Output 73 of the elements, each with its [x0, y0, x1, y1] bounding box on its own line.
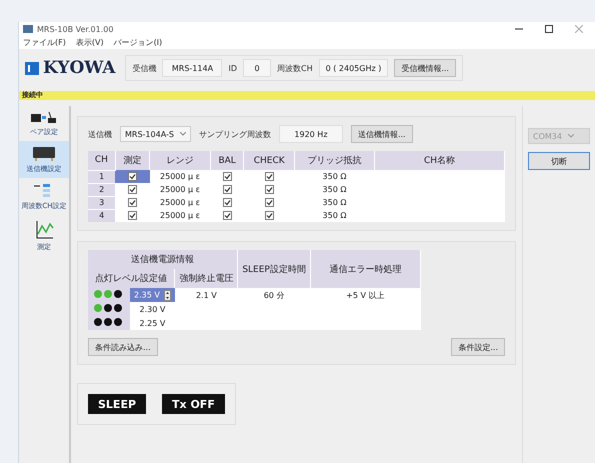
column-header: 点灯レベル設定値: [88, 269, 175, 288]
device-pair-icon: [31, 111, 57, 125]
logo-mark-icon: [25, 62, 39, 74]
bal-checkbox[interactable]: [222, 172, 232, 182]
id-field: 0: [243, 59, 271, 77]
column-header: 測定: [115, 151, 150, 170]
column-header: 強制終止電圧: [174, 269, 238, 288]
bal-checkbox[interactable]: [222, 185, 232, 194]
column-header: CH名称: [374, 151, 504, 170]
id-label: ID: [228, 64, 237, 72]
app-icon: [23, 25, 33, 33]
check-checkbox[interactable]: [264, 172, 274, 182]
transmitter-label: 送信機: [88, 128, 112, 140]
menu-item[interactable]: 表示(V): [76, 37, 104, 48]
apply-conditions-button[interactable]: 条件設定...: [451, 338, 505, 356]
column-header: 通信エラー時処理: [310, 250, 420, 288]
frequency-label: 周波数CH: [277, 62, 313, 74]
transmitter-icon: [33, 146, 55, 162]
chevron-down-icon: [568, 134, 574, 138]
level-value[interactable]: 2.30 V: [130, 302, 175, 316]
bal-checkbox[interactable]: [222, 198, 232, 208]
table-cell: +5 V 以上: [310, 288, 420, 302]
sampling-label: サンプリング周波数: [198, 128, 271, 140]
load-conditions-button[interactable]: 条件読み込み...: [88, 338, 158, 356]
measure-checkbox[interactable]: [128, 172, 137, 182]
logo-text: KYOWA: [43, 58, 116, 78]
receiver-info-button[interactable]: 受信機情報...: [394, 59, 456, 77]
column-header: CH: [88, 151, 116, 170]
column-header: ブリッジ抵抗: [294, 151, 374, 170]
table-cell: 350 Ω: [294, 170, 374, 183]
chevron-down-icon: [180, 132, 186, 136]
frequency-field: 0 ( 2405GHz ): [318, 59, 388, 77]
menu-item[interactable]: バージョン(I): [114, 37, 162, 48]
column-header: SLEEP設定時間: [238, 250, 310, 288]
level-value[interactable]: 2.25 V: [130, 316, 175, 330]
check-checkbox[interactable]: [264, 185, 274, 194]
row-header: 4: [88, 209, 116, 222]
table-cell: 350 Ω: [294, 196, 374, 209]
check-checkbox[interactable]: [264, 198, 274, 208]
column-header: CHECK: [244, 151, 295, 170]
transmitter-select[interactable]: MRS-104A-S: [120, 126, 191, 142]
column-header: レンジ: [150, 151, 210, 170]
disconnect-button[interactable]: 切断: [528, 152, 590, 170]
table-cell: 350 Ω: [294, 183, 374, 196]
measure-checkbox[interactable]: [128, 185, 137, 194]
table-cell: 25000 μ ε: [150, 170, 210, 183]
sampling-field: 1920 Hz: [278, 125, 343, 143]
row-header: 1: [88, 170, 116, 183]
action-button[interactable]: Tx OFF: [162, 394, 225, 414]
row-header: 2: [88, 183, 116, 196]
table-cell: 60 分: [238, 288, 310, 302]
table-cell: 25000 μ ε: [150, 196, 210, 209]
group-header: 送信機電源情報: [88, 250, 238, 269]
bal-checkbox[interactable]: [222, 211, 232, 220]
menu-item[interactable]: ファイル(F): [23, 37, 66, 48]
check-checkbox[interactable]: [264, 211, 274, 220]
row-header: 3: [88, 196, 116, 209]
line-chart-icon: [34, 220, 54, 240]
measure-checkbox[interactable]: [128, 198, 137, 208]
action-button[interactable]: SLEEP: [88, 394, 146, 414]
table-cell: 25000 μ ε: [150, 209, 210, 222]
column-header: BAL: [210, 151, 244, 170]
level-value[interactable]: 2.35 V: [130, 288, 175, 302]
window-title: MRS-10B Ver.01.00: [37, 24, 114, 34]
transmitter-info-button[interactable]: 送信機情報...: [350, 125, 413, 143]
spinner-icon[interactable]: [164, 290, 171, 300]
table-cell: 350 Ω: [294, 209, 374, 222]
maximize-icon[interactable]: [545, 25, 553, 33]
table-cell: 2.1 V: [174, 288, 238, 302]
table-cell: 25000 μ ε: [150, 183, 210, 196]
receiver-label: 受信機: [132, 62, 156, 74]
measure-checkbox[interactable]: [128, 211, 137, 220]
receiver-field: MRS-114A: [162, 59, 222, 77]
